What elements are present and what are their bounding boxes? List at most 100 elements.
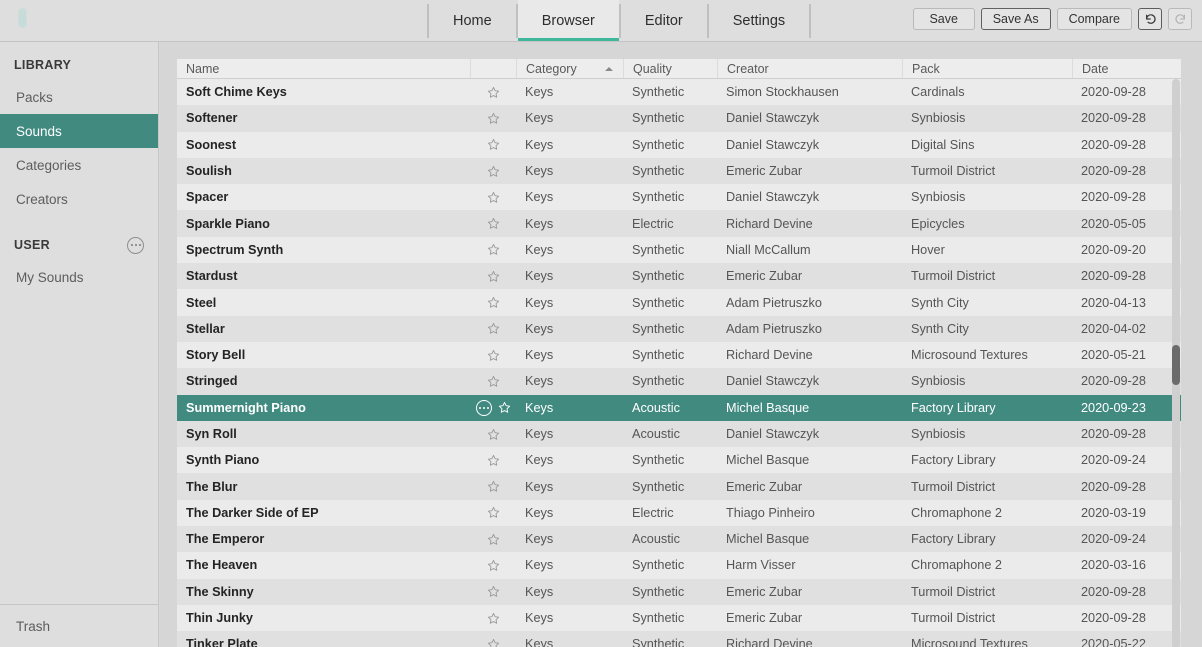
- sidebar-item-my-sounds[interactable]: My Sounds: [0, 260, 158, 294]
- table-row[interactable]: Syn Roll Keys Acoustic Daniel Stawczyk Synbi…: [177, 420, 1181, 448]
- cell-pack: Chromaphone 2: [911, 558, 1002, 573]
- sidebar-item-trash[interactable]: Trash: [0, 604, 158, 647]
- table-row[interactable]: Steel Keys Synthetic Adam Pietruszko Synth C…: [177, 289, 1181, 316]
- cell-quality: Synthetic: [632, 190, 685, 205]
- table-row[interactable]: Summernight Piano Keys Acoustic Michel Basq…: [177, 394, 1181, 421]
- cell-quality: Synthetic: [632, 374, 685, 389]
- vertical-scrollbar-thumb[interactable]: [1172, 345, 1180, 385]
- table-row[interactable]: Softener Keys Synthetic Daniel Stawczyk Synb…: [177, 105, 1181, 132]
- table-row[interactable]: Synth Piano Keys Synthetic Michel Basque Fac…: [177, 447, 1181, 474]
- column-header-creator[interactable]: Creator: [717, 59, 902, 78]
- favorite-star-icon[interactable]: [487, 506, 500, 519]
- sidebar-section-menu-icon[interactable]: [127, 236, 144, 254]
- sidebar-item-label: Sounds: [16, 123, 62, 139]
- cell-pack: Hover: [911, 242, 945, 257]
- favorite-star-icon[interactable]: [487, 454, 500, 467]
- favorite-star-icon[interactable]: [487, 270, 500, 283]
- cell-category: Keys: [525, 374, 554, 389]
- cell-creator: Richard Devine: [726, 637, 813, 647]
- cell-date: 2020-09-28: [1081, 137, 1146, 152]
- vertical-scrollbar-track[interactable]: [1172, 79, 1180, 647]
- favorite-star-icon[interactable]: [487, 349, 500, 362]
- favorite-star-icon[interactable]: [487, 428, 500, 441]
- table-row[interactable]: The Skinny Keys Synthetic Emeric Zubar Turmo…: [177, 578, 1181, 605]
- favorite-star-icon[interactable]: [487, 638, 500, 647]
- column-header-name[interactable]: Name: [177, 59, 470, 78]
- table-row[interactable]: Spectrum Synth Keys Synthetic Niall McCallu…: [177, 236, 1181, 264]
- table-row[interactable]: Story Bell Keys Synthetic Richard Devine Mic…: [177, 341, 1181, 369]
- column-header-label: Category: [526, 61, 577, 76]
- favorite-star-icon[interactable]: [487, 322, 500, 335]
- sidebar-item-categories[interactable]: Categories: [0, 148, 158, 182]
- favorite-star-icon[interactable]: [487, 138, 500, 151]
- favorite-star-icon[interactable]: [487, 296, 500, 309]
- column-header-actions[interactable]: [470, 59, 516, 78]
- cell-date: 2020-09-28: [1081, 85, 1146, 100]
- column-header-pack[interactable]: Pack: [902, 59, 1072, 78]
- table-row[interactable]: Spacer Keys Synthetic Daniel Stawczyk Synbio…: [177, 184, 1181, 211]
- row-actions: [470, 605, 516, 631]
- cell-category: Keys: [525, 164, 554, 179]
- tab-label: Editor: [644, 12, 683, 29]
- cell-pack: Microsound Textures: [911, 637, 1028, 647]
- cell-category: Keys: [525, 348, 554, 363]
- table-row[interactable]: Tinker Plate Keys Synthetic Richard Devine M…: [177, 631, 1181, 647]
- cell-creator: Daniel Stawczyk: [726, 427, 820, 441]
- dot: [486, 406, 489, 409]
- cell-category: Keys: [525, 269, 554, 284]
- tab-home[interactable]: Home: [429, 0, 516, 41]
- table-row[interactable]: Stardust Keys Synthetic Emeric Zubar Turmoil…: [177, 263, 1181, 290]
- row-actions: [470, 342, 516, 368]
- favorite-star-icon[interactable]: [487, 559, 500, 572]
- table-row[interactable]: The Heaven Keys Synthetic Harm Visser Chroma…: [177, 552, 1181, 579]
- tab-editor[interactable]: Editor: [621, 0, 707, 41]
- save-button[interactable]: Save: [912, 8, 975, 30]
- cell-date: 2020-03-16: [1081, 558, 1146, 573]
- table-row[interactable]: Sparkle Piano Keys Electric Richard Devine E…: [177, 210, 1181, 237]
- row-actions: [470, 79, 516, 105]
- sidebar-item-packs[interactable]: Packs: [0, 80, 158, 114]
- favorite-star-icon[interactable]: [487, 243, 500, 256]
- column-header-label: Creator: [727, 61, 769, 76]
- table-row[interactable]: The Emperor Keys Acoustic Michel Basque Fact…: [177, 526, 1181, 553]
- tab-browser[interactable]: Browser: [517, 0, 620, 41]
- table-row[interactable]: Soft Chime Keys Keys Synthetic Simon Stockh…: [177, 79, 1181, 106]
- favorite-star-icon[interactable]: [487, 612, 500, 625]
- cell-pack: Factory Library: [911, 532, 996, 547]
- cell-name: Softener: [186, 111, 238, 126]
- favorite-star-icon[interactable]: [487, 585, 500, 598]
- favorite-star-icon[interactable]: [487, 533, 500, 546]
- cell-quality: Synthetic: [632, 164, 685, 179]
- table-row[interactable]: Thin Junky Keys Synthetic Emeric Zubar Turmo…: [177, 604, 1181, 632]
- favorite-star-icon[interactable]: [487, 112, 500, 125]
- undo-icon[interactable]: [1138, 8, 1162, 30]
- favorite-star-icon[interactable]: [487, 86, 500, 99]
- table-row[interactable]: Stringed Keys Synthetic Daniel Stawczyk Synb…: [177, 368, 1181, 395]
- cell-creator: Michel Basque: [726, 532, 810, 547]
- column-header-date[interactable]: Date: [1072, 59, 1181, 78]
- table-row[interactable]: Stellar Keys Synthetic Adam Pietruszko Synth…: [177, 315, 1181, 342]
- table-row[interactable]: Soonest Keys Synthetic Daniel Stawczyk Digit…: [177, 131, 1181, 158]
- column-header-category[interactable]: Category: [516, 59, 623, 78]
- cell-name: Syn Roll: [186, 427, 237, 441]
- table-row[interactable]: The Blur Keys Synthetic Emeric Zubar Turmoil…: [177, 473, 1181, 500]
- favorite-star-icon[interactable]: [487, 217, 500, 230]
- favorite-star-icon[interactable]: [498, 401, 511, 414]
- table-row[interactable]: The Darker Side of EP Keys Electric Thiago …: [177, 499, 1181, 527]
- cell-date: 2020-09-24: [1081, 532, 1146, 547]
- dots-icon: [475, 399, 492, 416]
- column-header-quality[interactable]: Quality: [623, 59, 717, 78]
- sidebar-item-creators[interactable]: Creators: [0, 182, 158, 216]
- tab-settings[interactable]: Settings: [709, 0, 809, 41]
- favorite-star-icon[interactable]: [487, 165, 500, 178]
- compare-button[interactable]: Compare: [1056, 8, 1132, 30]
- favorite-star-icon[interactable]: [487, 375, 500, 388]
- sidebar-item-sounds[interactable]: Sounds: [0, 114, 158, 148]
- favorite-star-icon[interactable]: [487, 480, 500, 493]
- sort-ascending-icon: [605, 66, 613, 71]
- cell-creator: Emeric Zubar: [726, 164, 803, 179]
- save-as-button[interactable]: Save As: [980, 8, 1051, 30]
- table-row[interactable]: Soulish Keys Synthetic Emeric Zubar Turmoil …: [177, 157, 1181, 185]
- row-actions: [470, 526, 516, 552]
- favorite-star-icon[interactable]: [487, 191, 500, 204]
